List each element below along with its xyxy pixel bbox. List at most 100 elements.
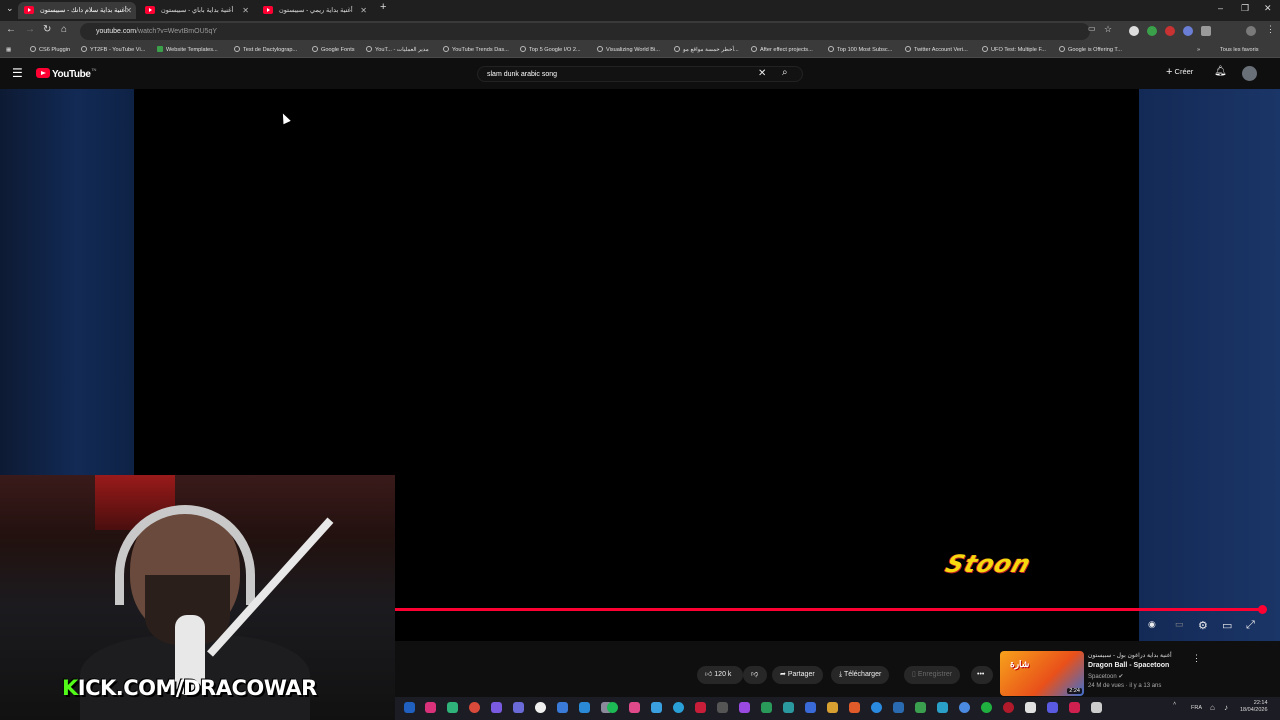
all-bookmarks-folder[interactable]: Tous les favoris xyxy=(1220,42,1259,58)
tab-search-icon[interactable]: ⌄ xyxy=(6,3,14,14)
minimize-icon[interactable]: – xyxy=(1218,3,1223,13)
theater-mode-icon[interactable]: ▭ xyxy=(1222,619,1232,632)
fullscreen-icon[interactable]: ⤢ xyxy=(1246,619,1255,632)
extension-icon[interactable] xyxy=(1165,26,1175,36)
taskbar-app-icon[interactable] xyxy=(981,702,992,713)
settings-gear-icon[interactable]: ⚙ xyxy=(1198,619,1208,632)
taskbar-app-icon[interactable] xyxy=(651,702,662,713)
bookmark-star-icon[interactable]: ☆ xyxy=(1104,24,1112,35)
bookmark-item[interactable]: Top 5 Google I/O 2... xyxy=(520,42,581,58)
taskbar-app-icon[interactable] xyxy=(1069,702,1080,713)
bookmark-item[interactable]: YT2FB - YouTube Vi... xyxy=(81,42,145,58)
taskbar-app-icon[interactable] xyxy=(695,702,706,713)
taskbar-app-icon[interactable] xyxy=(937,702,948,713)
taskbar-app-icon[interactable] xyxy=(447,702,458,713)
more-bookmarks-chevron-icon[interactable]: » xyxy=(1197,42,1200,58)
extensions-puzzle-icon[interactable] xyxy=(1201,26,1211,36)
download-button[interactable]: ⤓ Télécharger xyxy=(831,666,890,684)
bookmark-item[interactable]: Google is Offering T... xyxy=(1059,42,1122,58)
bookmark-item[interactable]: أخطر خمسة مواقع مو... xyxy=(674,42,739,58)
home-icon[interactable]: ⌂ xyxy=(61,24,67,35)
taskbar-app-icon[interactable] xyxy=(629,702,640,713)
taskbar-app-icon[interactable] xyxy=(739,702,750,713)
taskbar-app-icon[interactable] xyxy=(1091,702,1102,713)
tab-3[interactable]: أغنية بداية ريمي - سبيستون ✕ xyxy=(257,2,371,19)
bookmark-item[interactable]: Twitter Account Veri... xyxy=(905,42,968,58)
extension-icon[interactable] xyxy=(1147,26,1157,36)
network-icon[interactable]: ⌂ xyxy=(1210,703,1215,712)
taskbar-app-icon[interactable] xyxy=(1025,702,1036,713)
search-icon[interactable]: ⌕ xyxy=(782,67,788,78)
apps-grid-icon[interactable]: ▦ xyxy=(6,42,11,58)
telegram-icon[interactable] xyxy=(673,702,684,713)
taskbar-app-icon[interactable] xyxy=(761,702,772,713)
clear-search-icon[interactable]: ✕ xyxy=(758,68,766,79)
taskbar-app-icon[interactable] xyxy=(1003,702,1014,713)
restore-icon[interactable]: ❐ xyxy=(1241,3,1249,14)
search-input[interactable]: slam dunk arabic song xyxy=(487,67,557,82)
subtitles-icon[interactable]: ▭ xyxy=(1175,619,1184,630)
taskbar-app-icon[interactable] xyxy=(469,702,480,713)
reload-icon[interactable]: ↻ xyxy=(43,24,51,35)
menu-kebab-icon[interactable]: ⋮ xyxy=(1266,24,1275,35)
taskbar-app-icon[interactable] xyxy=(805,702,816,713)
taskbar-app-icon[interactable] xyxy=(404,702,415,713)
youtube-wordmark[interactable]: YouTubeTN xyxy=(52,67,96,80)
bookmark-item[interactable]: Website Templates... xyxy=(157,42,218,58)
save-button[interactable]: ▯ Enregistrer xyxy=(904,666,961,684)
back-arrow-icon[interactable]: ← xyxy=(6,24,16,35)
taskbar-app-icon[interactable] xyxy=(1047,702,1058,713)
profile-avatar-icon[interactable] xyxy=(1246,26,1256,36)
dislike-button[interactable]: 👎︎ xyxy=(743,666,767,684)
bookmark-item[interactable]: Top 100 Most Subsc... xyxy=(828,42,892,58)
spotify-icon[interactable] xyxy=(607,702,618,713)
like-button[interactable]: 👍︎ 120 k xyxy=(697,666,743,684)
suggested-video-title[interactable]: Dragon Ball - Spacetoon xyxy=(1088,662,1169,669)
bookmark-item[interactable]: CS6 Pluggin xyxy=(30,42,70,58)
keyboard-language[interactable]: FRA xyxy=(1191,705,1202,711)
extension-icon[interactable] xyxy=(1183,26,1193,36)
share-button[interactable]: ➦ Partager xyxy=(772,666,823,684)
account-avatar[interactable] xyxy=(1242,66,1257,81)
bookmark-item[interactable]: UFO Test: Multiple F... xyxy=(982,42,1046,58)
new-tab-button[interactable]: + xyxy=(380,1,386,13)
more-actions-icon[interactable]: ••• xyxy=(971,666,993,684)
suggested-video-thumbnail[interactable]: شارة 2:24 xyxy=(1000,651,1084,696)
taskbar-app-icon[interactable] xyxy=(849,702,860,713)
taskbar-clock[interactable]: 22:14 18/04/2026 xyxy=(1240,700,1268,714)
close-tab-icon[interactable]: ✕ xyxy=(360,2,367,19)
bookmark-item[interactable]: YouT... - مدير العمليات xyxy=(366,42,429,58)
taskbar-app-icon[interactable] xyxy=(959,702,970,713)
taskbar-app-icon[interactable] xyxy=(425,702,436,713)
create-button[interactable]: + Créer xyxy=(1166,66,1193,78)
close-window-icon[interactable]: ✕ xyxy=(1264,3,1272,14)
tab-active[interactable]: أغنية بداية سلام دانك - سبيستون ✕ xyxy=(18,2,136,19)
extension-icon[interactable] xyxy=(1129,26,1139,36)
taskbar-app-icon[interactable] xyxy=(827,702,838,713)
suggested-video-channel[interactable]: Spacetoon ✔ xyxy=(1088,673,1123,680)
bookmark-item[interactable]: After effect projects... xyxy=(751,42,813,58)
autoplay-toggle-icon[interactable]: ◉ xyxy=(1148,619,1156,630)
hamburger-menu-icon[interactable]: ☰ xyxy=(12,66,23,80)
taskbar-app-icon[interactable] xyxy=(915,702,926,713)
taskbar-app-icon[interactable] xyxy=(513,702,524,713)
taskbar-app-icon[interactable] xyxy=(557,702,568,713)
taskbar-app-icon[interactable] xyxy=(579,702,590,713)
close-tab-icon[interactable]: ✕ xyxy=(125,2,132,19)
cast-icon[interactable]: ▭ xyxy=(1088,24,1096,33)
forward-arrow-icon[interactable]: → xyxy=(25,24,35,35)
taskbar-app-icon[interactable] xyxy=(783,702,794,713)
search-box[interactable]: slam dunk arabic song ✕ ⌕ xyxy=(477,66,803,82)
progress-scrubber-handle[interactable] xyxy=(1258,605,1267,614)
tray-chevron-icon[interactable]: ˄ xyxy=(1173,701,1176,707)
notifications-bell-icon[interactable]: 🔔︎ xyxy=(1214,66,1227,77)
bookmark-item[interactable]: YouTube Trends Das... xyxy=(443,42,509,58)
youtube-logo-icon[interactable] xyxy=(36,68,50,78)
suggestion-menu-icon[interactable]: ⋮ xyxy=(1192,653,1201,664)
taskbar-app-icon[interactable] xyxy=(871,702,882,713)
video-progress-bar[interactable] xyxy=(395,608,1263,611)
taskbar-app-icon[interactable] xyxy=(717,702,728,713)
volume-icon[interactable]: ♪ xyxy=(1224,703,1228,712)
close-tab-icon[interactable]: ✕ xyxy=(242,2,249,19)
tab-2[interactable]: أغنية بداية باباي - سبيستون ✕ xyxy=(139,2,253,19)
